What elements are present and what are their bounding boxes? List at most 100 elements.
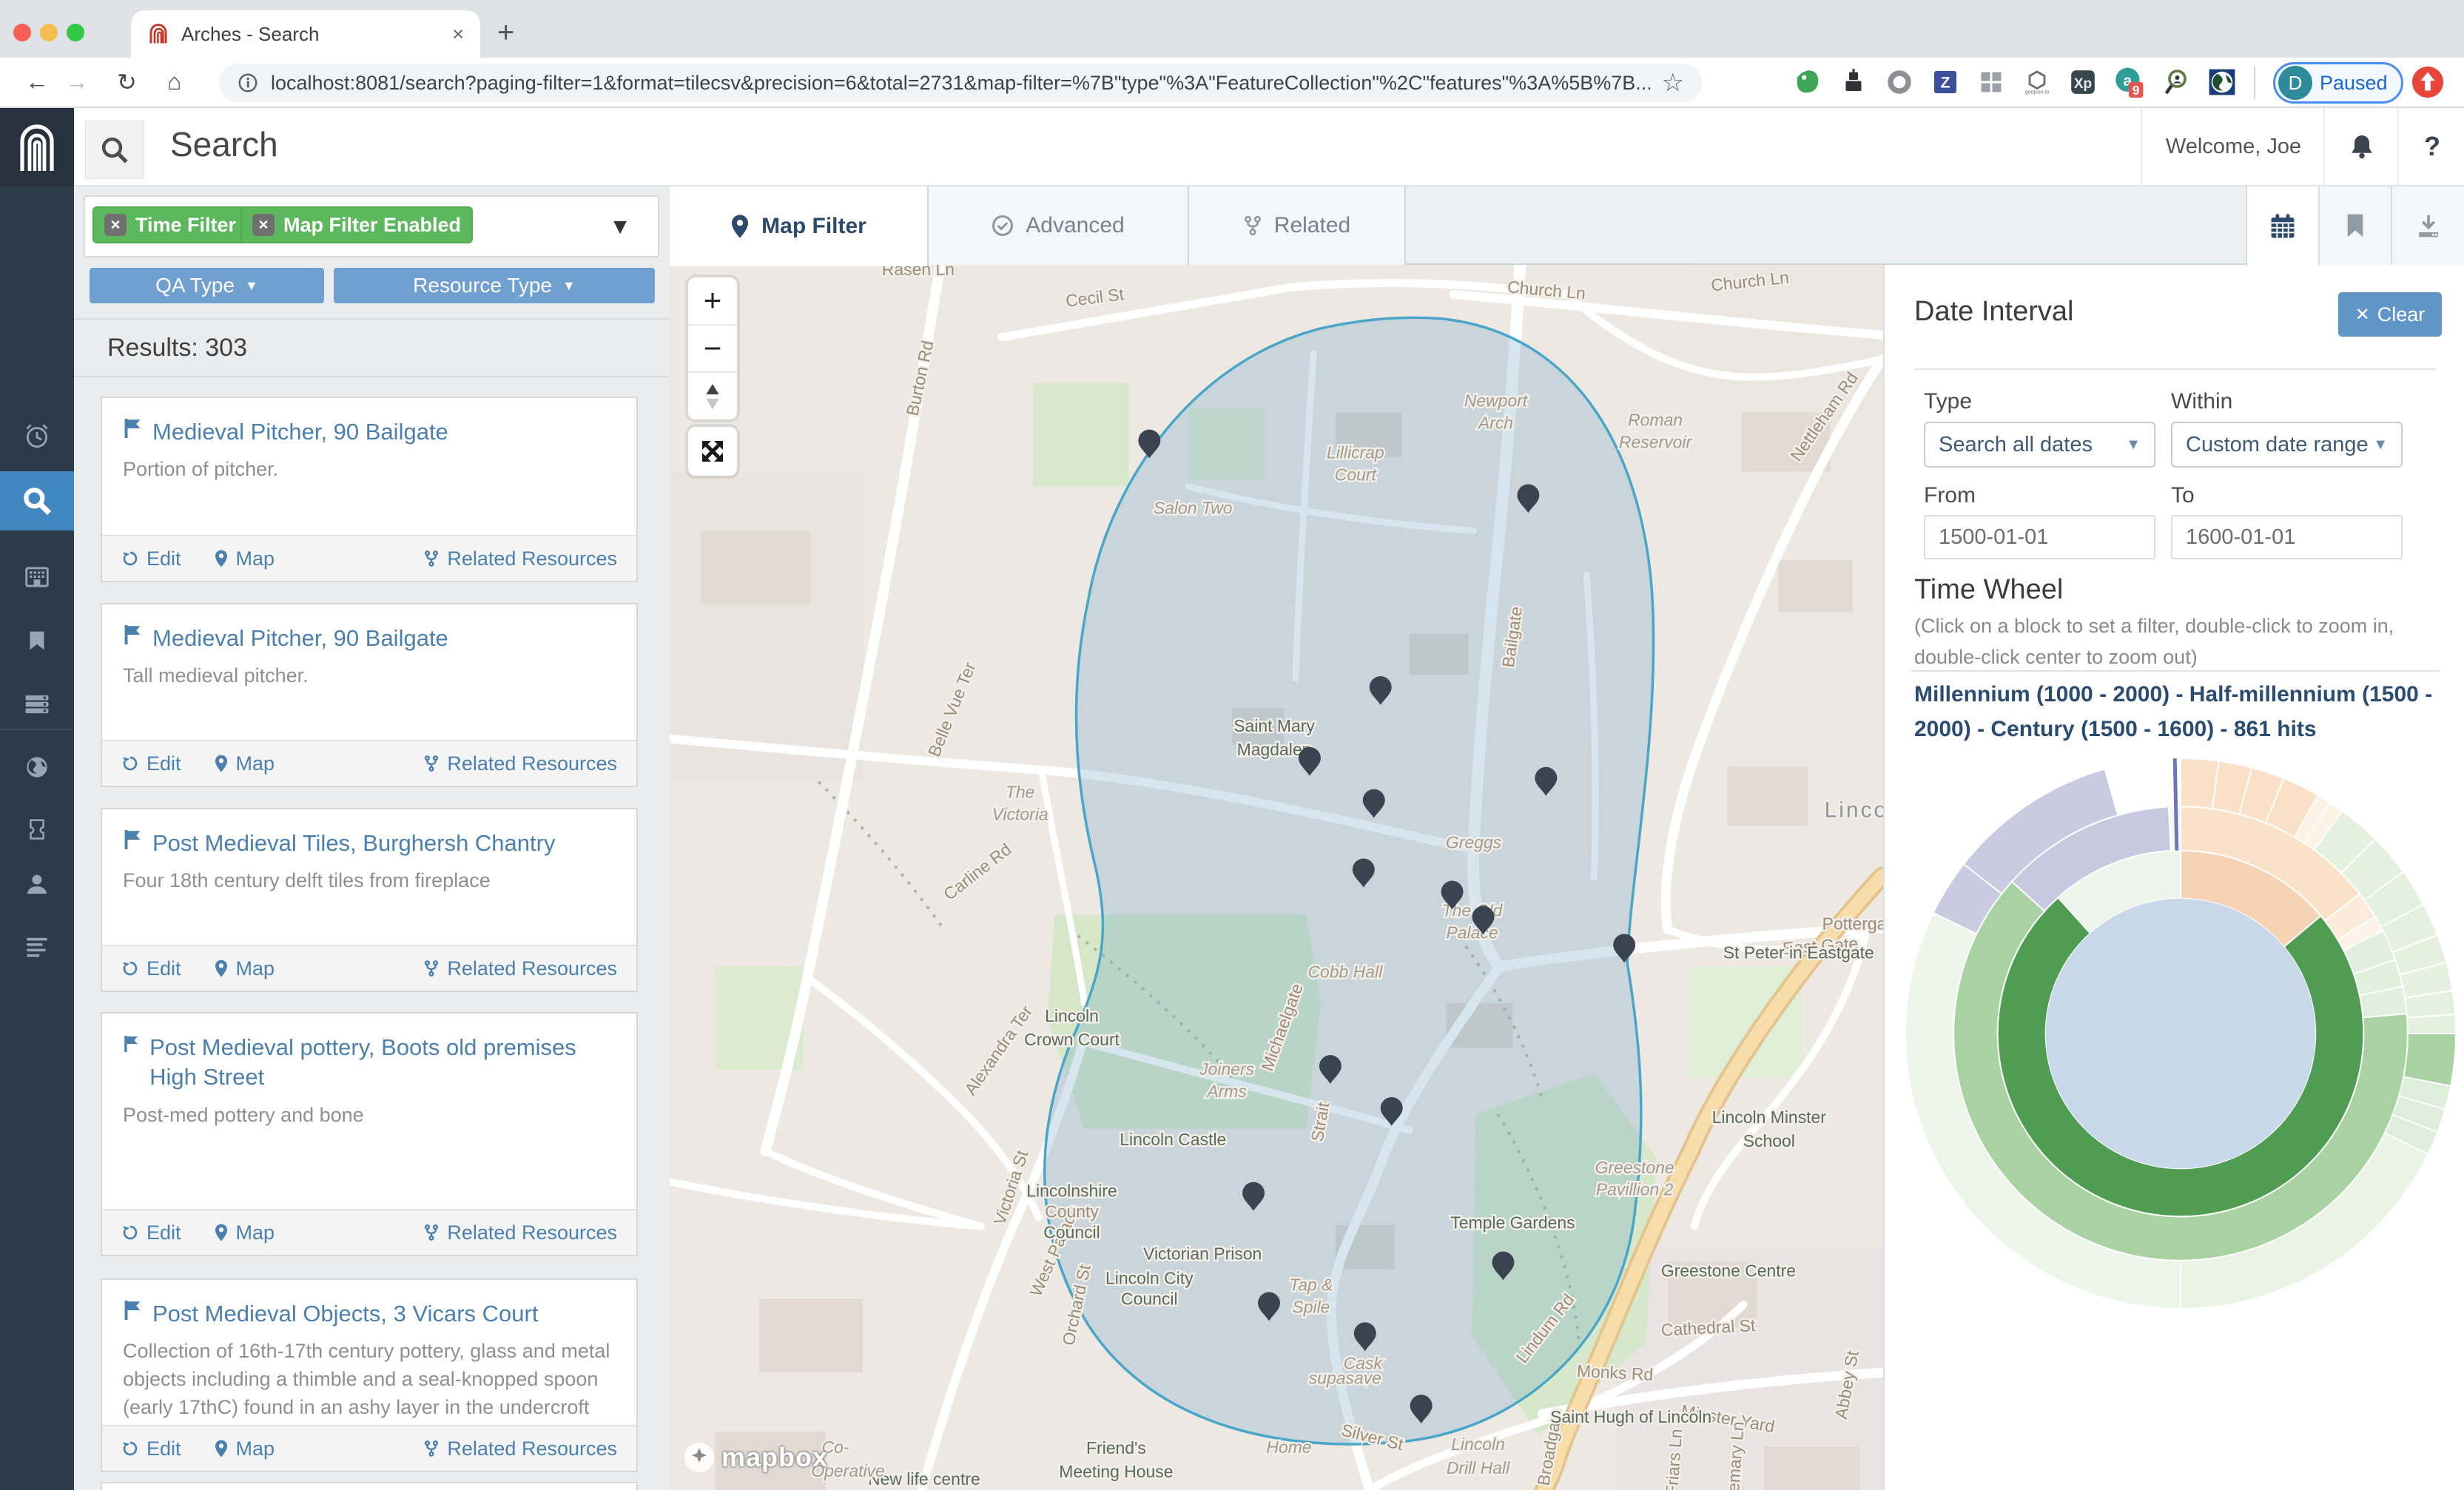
profile-status: Paused: [2320, 72, 2388, 95]
sidebar-item-search[interactable]: [0, 471, 74, 530]
welcome-user[interactable]: Welcome, Joe: [2141, 108, 2325, 185]
window-minimize-button[interactable]: [40, 24, 58, 41]
tab-time-filter[interactable]: [2246, 186, 2318, 266]
compass-control[interactable]: [688, 373, 737, 419]
fork-icon: [423, 1439, 440, 1458]
within-select[interactable]: Custom date range▼: [2171, 422, 2403, 468]
back-icon[interactable]: ←: [25, 68, 49, 95]
window-close-button[interactable]: [13, 24, 31, 41]
sidebar-item-menu[interactable]: [0, 916, 74, 977]
edit-link[interactable]: Edit: [121, 1221, 181, 1244]
edit-link[interactable]: Edit: [121, 1437, 181, 1460]
extension-globe-icon[interactable]: [2205, 65, 2239, 99]
help-button[interactable]: ?: [2397, 108, 2464, 185]
sidebar-item-profile[interactable]: [0, 854, 74, 914]
map-link[interactable]: Map: [214, 1221, 275, 1244]
extension-grid-icon[interactable]: [1974, 65, 2008, 99]
edit-link[interactable]: Edit: [121, 957, 181, 980]
map-zoom-controls[interactable]: + −: [688, 277, 737, 419]
map-label: Greestone: [1595, 1158, 1674, 1177]
tab-close-icon[interactable]: ×: [452, 23, 464, 46]
time-wheel-center[interactable]: [2046, 899, 2316, 1169]
type-select[interactable]: Search all dates▼: [1924, 422, 2155, 468]
extension-a-icon[interactable]: a9: [2112, 65, 2146, 99]
sidebar-item-recent[interactable]: [0, 405, 74, 466]
result-card: Post Medieval Objects, 3 Vicars CourtCol…: [101, 1278, 638, 1472]
sidebar-item-resources[interactable]: [0, 674, 74, 735]
window-zoom-button[interactable]: [67, 24, 84, 41]
extension-xp-icon[interactable]: Xp: [2066, 65, 2100, 99]
bookmark-star-icon[interactable]: ☆: [1662, 68, 1684, 98]
facet-button-resource-type[interactable]: Resource Type▼: [334, 268, 655, 303]
zoom-out-button[interactable]: −: [688, 326, 737, 374]
forward-icon[interactable]: →: [65, 68, 89, 95]
map-pin-icon: [730, 214, 750, 239]
related-resources-link[interactable]: Related Resources: [423, 1437, 617, 1460]
panel-title: Date Interval: [1914, 296, 2073, 328]
person-icon: [22, 869, 52, 899]
result-title-link[interactable]: Medieval Pitcher, 90 Bailgate: [123, 417, 616, 447]
browser-profile-chip[interactable]: D Paused: [2273, 62, 2403, 104]
map-link[interactable]: Map: [214, 752, 275, 775]
edit-link[interactable]: Edit: [121, 547, 181, 570]
from-input[interactable]: 1500-01-01: [1924, 515, 2155, 559]
sidebar-item-bookmarks[interactable]: [0, 610, 74, 671]
notifications-button[interactable]: [2323, 108, 2399, 185]
tab-related[interactable]: Related: [1189, 186, 1406, 265]
map-label: Council: [1043, 1223, 1100, 1242]
filter-chip-map[interactable]: × Map Filter Enabled: [240, 206, 473, 243]
related-resources-link[interactable]: Related Resources: [423, 1221, 617, 1244]
extension-zotero-icon[interactable]: Z: [1928, 65, 1962, 99]
filter-chip-time[interactable]: × Time Filter: [92, 206, 248, 243]
home-icon[interactable]: ⌂: [167, 68, 181, 95]
result-title-link[interactable]: Post Medieval Objects, 3 Vicars Court: [123, 1299, 616, 1329]
extension-search-person-icon[interactable]: [2159, 65, 2193, 99]
tab-export[interactable]: [2391, 186, 2464, 265]
map-extent-button[interactable]: [688, 427, 737, 476]
tab-map-filter[interactable]: Map Filter: [670, 186, 929, 266]
related-resources-link[interactable]: Related Resources: [423, 957, 617, 980]
info-icon[interactable]: [237, 72, 259, 94]
browser-tab[interactable]: Arches - Search ×: [131, 10, 480, 58]
arches-logo[interactable]: [0, 108, 74, 186]
filter-chip-label: Time Filter: [135, 214, 236, 237]
map-canvas[interactable]: Rasen LnCecil StChurch LnChurch LnNettle…: [670, 265, 1883, 1490]
remove-filter-icon[interactable]: ×: [252, 214, 275, 236]
search-input[interactable]: Search: [170, 124, 278, 164]
sidebar-item-globe[interactable]: [0, 737, 74, 798]
extension-ring-icon[interactable]: [1882, 65, 1916, 99]
time-wheel-segment[interactable]: [2407, 1014, 2456, 1034]
extension-geojson-icon[interactable]: geojson.io: [2020, 65, 2054, 99]
reload-icon[interactable]: ↻: [117, 68, 137, 96]
chevron-down-icon[interactable]: ▼: [609, 215, 631, 240]
tab-advanced[interactable]: Advanced: [929, 186, 1189, 265]
active-filters-box[interactable]: × Time Filter × Map Filter Enabled ▼: [84, 195, 659, 257]
related-resources-link[interactable]: Related Resources: [423, 547, 617, 570]
sidebar-item-graphs[interactable]: [0, 547, 74, 607]
map-link[interactable]: Map: [214, 957, 275, 980]
facet-button-qa-type[interactable]: QA Type▼: [90, 268, 324, 303]
to-input[interactable]: 1600-01-01: [2171, 515, 2403, 559]
map-link[interactable]: Map: [214, 1437, 275, 1460]
zoom-in-button[interactable]: +: [688, 277, 737, 326]
sidebar-item-ticket[interactable]: [0, 799, 74, 860]
related-resources-link[interactable]: Related Resources: [423, 752, 617, 775]
result-title-link[interactable]: Post Medieval Tiles, Burghersh Chantry: [123, 829, 616, 858]
result-title-link[interactable]: Medieval Pitcher, 90 Bailgate: [123, 624, 616, 653]
edit-link[interactable]: Edit: [121, 752, 181, 775]
result-title: Medieval Pitcher, 90 Bailgate: [152, 417, 448, 447]
address-bar[interactable]: localhost:8081/search?paging-filter=1&fo…: [219, 64, 1702, 102]
remove-filter-icon[interactable]: ×: [104, 214, 127, 236]
map-link[interactable]: Map: [214, 547, 275, 570]
clear-button[interactable]: ✕Clear: [2338, 292, 2442, 337]
tab-saved-searches[interactable]: [2318, 186, 2391, 265]
extension-evernote-icon[interactable]: [1791, 65, 1825, 99]
map-attribution[interactable]: mapbox: [683, 1441, 828, 1474]
extension-robot-icon[interactable]: [1837, 65, 1871, 99]
map-label: Lincoln Minster: [1712, 1108, 1827, 1127]
fork-icon: [1243, 215, 1262, 237]
browser-update-icon[interactable]: [2411, 65, 2445, 99]
time-wheel-chart[interactable]: [1888, 755, 2464, 1317]
result-title-link[interactable]: Post Medieval pottery, Boots old premise…: [123, 1033, 616, 1093]
new-tab-button[interactable]: +: [497, 16, 514, 50]
